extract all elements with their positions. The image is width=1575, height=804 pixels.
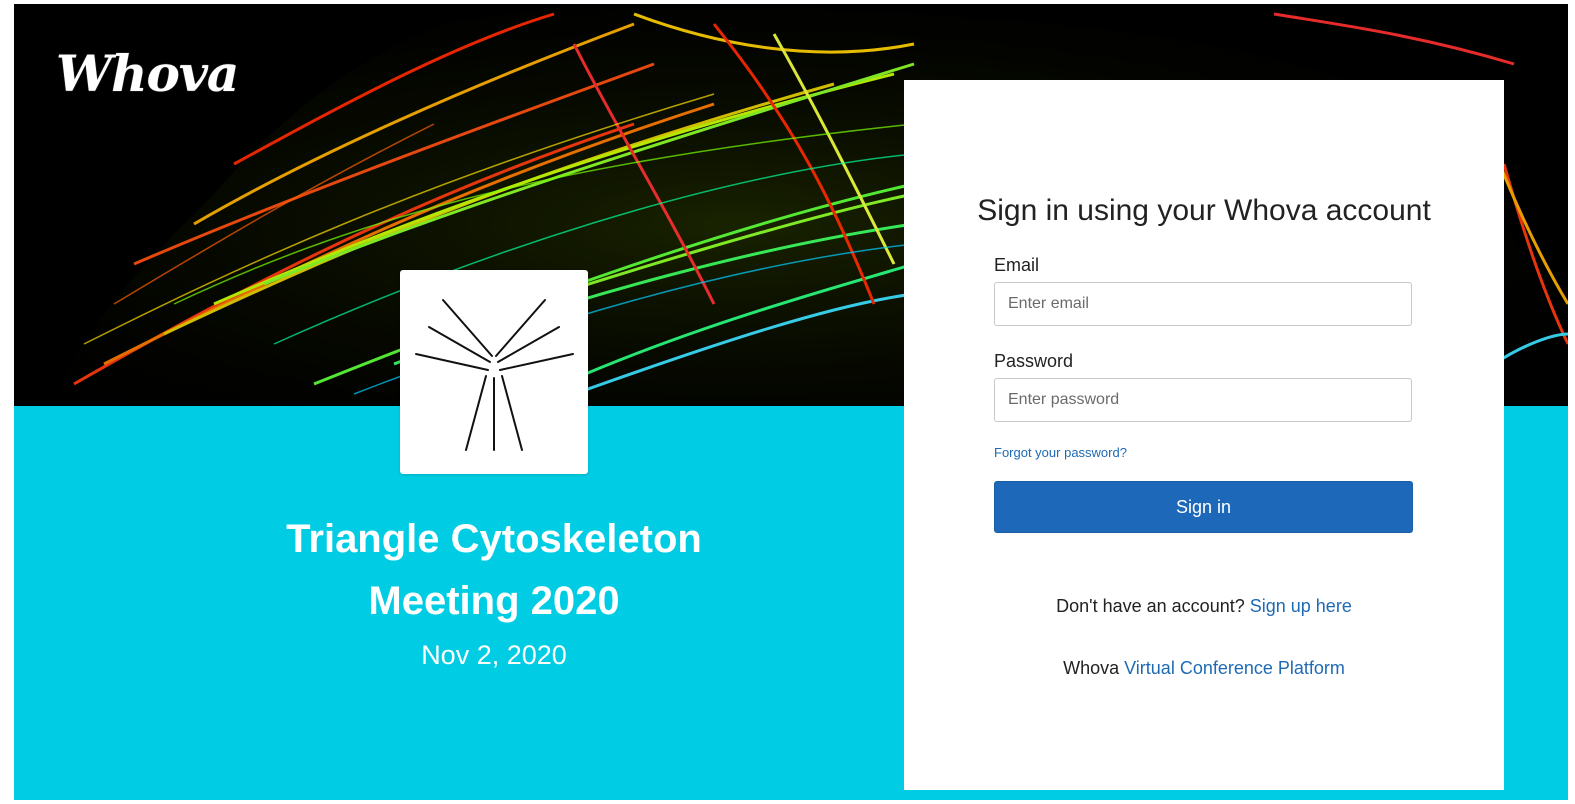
- no-account-text: Don't have an account?: [1056, 596, 1245, 616]
- whova-logo: Whova: [56, 44, 239, 103]
- event-title: Triangle Cytoskeleton Meeting 2020: [194, 508, 794, 632]
- email-field[interactable]: [994, 282, 1412, 326]
- event-title-line1: Triangle Cytoskeleton: [286, 517, 702, 561]
- forgot-password-link[interactable]: Forgot your password?: [994, 445, 1127, 460]
- password-label: Password: [994, 351, 1074, 371]
- sign-up-link[interactable]: Sign up here: [1250, 596, 1352, 616]
- virtual-conference-platform-link[interactable]: Virtual Conference Platform: [1124, 658, 1345, 678]
- email-label: Email: [994, 255, 1040, 275]
- sign-in-button[interactable]: Sign in: [994, 481, 1413, 533]
- login-heading: Sign in using your Whova account: [977, 194, 1431, 227]
- radiating-lines-icon: [415, 299, 574, 451]
- platform-credit: Whova Virtual Conference Platform: [904, 658, 1504, 679]
- event-date: Nov 2, 2020: [421, 640, 567, 670]
- event-title-line2: Meeting 2020: [368, 579, 620, 623]
- platform-prefix: Whova: [1063, 658, 1120, 678]
- page-frame: Whova Triangle Cytoskeleton Meeting 2020…: [14, 4, 1568, 800]
- signup-prompt: Don't have an account? Sign up here: [904, 596, 1504, 617]
- event-logo: [400, 270, 588, 474]
- login-card: Sign in using your Whova account Email P…: [904, 80, 1504, 790]
- password-field[interactable]: [994, 378, 1412, 422]
